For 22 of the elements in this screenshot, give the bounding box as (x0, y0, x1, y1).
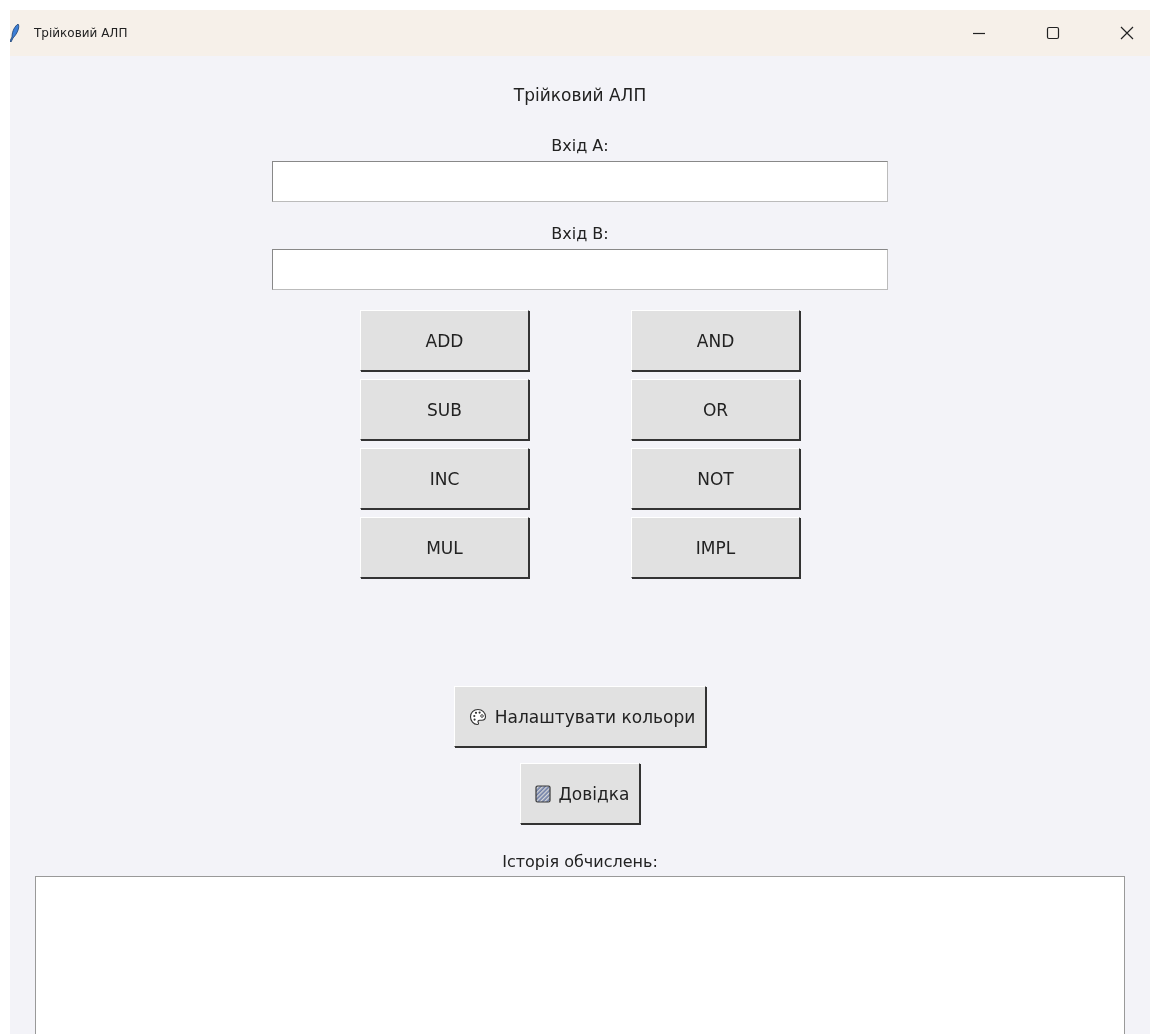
operation-button[interactable]: MUL (360, 517, 529, 578)
operation-button[interactable]: IMPL (631, 517, 800, 578)
field-label: Вхід В: (551, 223, 609, 245)
palette-icon (468, 707, 487, 726)
book-icon (534, 784, 551, 803)
operation-button[interactable]: AND (631, 310, 800, 371)
feather-icon (10, 24, 20, 42)
operation-button[interactable]: OR (631, 379, 800, 440)
app-heading: Трійковий АЛП (513, 84, 647, 107)
field-label: Вхід А: (551, 135, 609, 157)
history-label: Історія обчислень: (502, 851, 658, 873)
close-icon (1120, 26, 1134, 40)
operation-button[interactable]: ADD (360, 310, 529, 371)
maximize-icon (1046, 26, 1060, 40)
input-field[interactable] (272, 161, 888, 202)
colors-button[interactable]: Налаштувати кольори (453, 686, 707, 747)
help-button[interactable]: Довідка (519, 763, 641, 824)
operation-button[interactable]: NOT (631, 448, 800, 509)
operation-button[interactable]: SUB (360, 379, 529, 440)
input-field[interactable] (272, 249, 888, 290)
window-title: Трійковий АЛП (34, 26, 128, 40)
operation-button[interactable]: INC (360, 448, 529, 509)
